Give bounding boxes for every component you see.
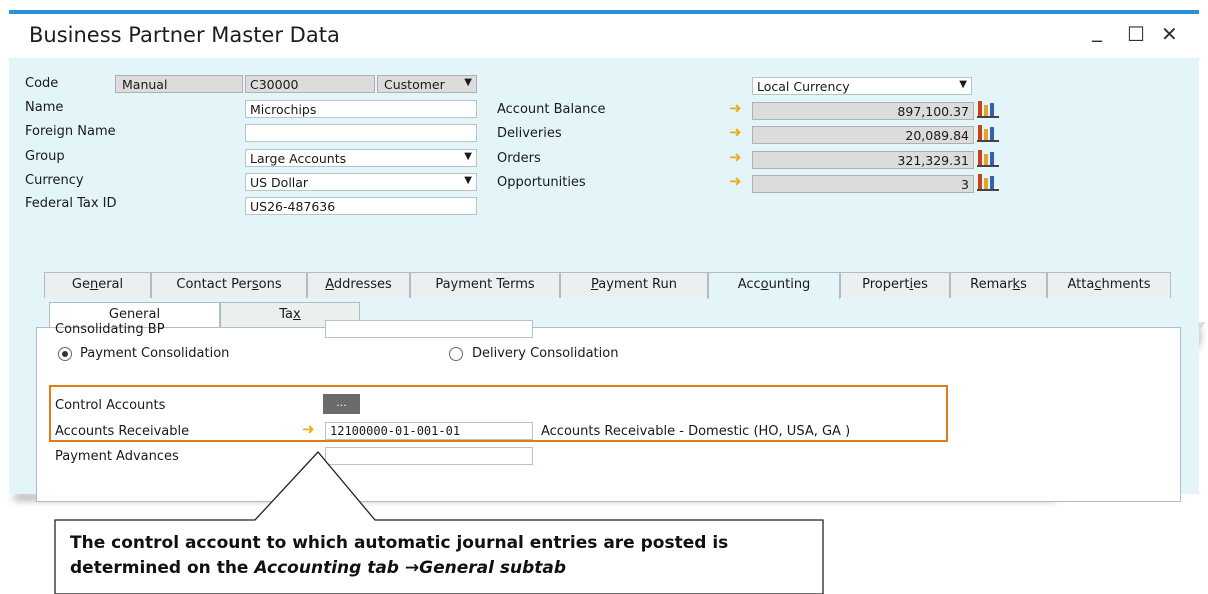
- callout-line-2-italic: Accounting tab →General subtab: [254, 558, 567, 578]
- callout-line-1: The control account to which automatic j…: [70, 533, 729, 553]
- callout-bubble: [54, 451, 824, 594]
- callout-text: The control account to which automatic j…: [70, 531, 728, 581]
- callout-line-2: determined on the Accounting tab →Genera…: [70, 556, 728, 581]
- callout-line-2-prefix: determined on the: [70, 558, 255, 578]
